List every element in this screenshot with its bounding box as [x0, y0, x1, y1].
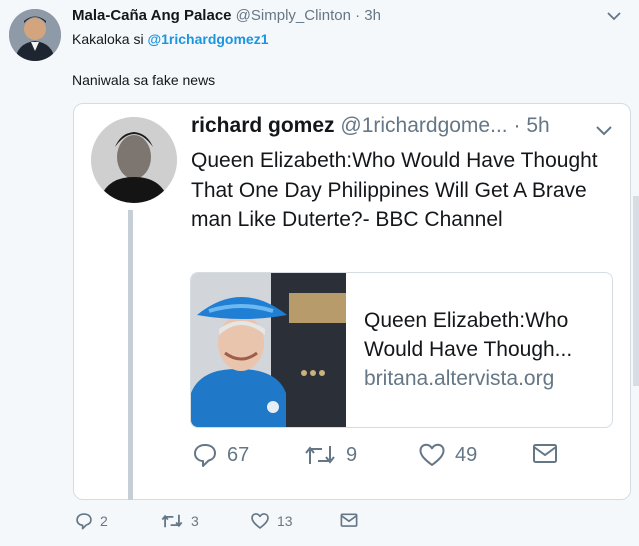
reply-count: 67	[227, 443, 250, 466]
thread-line	[128, 210, 133, 500]
reply-icon	[194, 444, 216, 467]
user-handle[interactable]: @Simply_Clinton	[236, 7, 351, 24]
retweet-icon	[161, 514, 183, 528]
chevron-down-icon[interactable]	[605, 9, 623, 23]
retweet-button[interactable]: 3	[160, 512, 199, 530]
tweet-text: Naniwala sa fake news	[72, 72, 216, 88]
card-domain: britana.altervista.org	[364, 367, 555, 390]
quoted-header: richard gomez @1richardgome... · 5h	[191, 114, 550, 138]
card-title-line: Queen Elizabeth:Who	[364, 309, 569, 332]
quoted-separator: ·	[513, 114, 521, 137]
link-card[interactable]: Queen Elizabeth:Who Would Have Though...…	[190, 272, 613, 428]
retweet-icon	[305, 446, 335, 464]
quoted-handle[interactable]: @1richardgome...	[340, 114, 507, 137]
reply-prefix: Kakaloka si	[72, 31, 148, 47]
like-icon	[251, 513, 269, 529]
message-button[interactable]	[340, 512, 358, 529]
quoted-avatar[interactable]	[91, 117, 177, 203]
like-count: 49	[455, 443, 478, 466]
reply-text: Kakaloka si @1richardgomez1	[72, 31, 269, 47]
reply-icon	[76, 513, 92, 530]
retweet-count: 9	[346, 443, 358, 466]
message-icon	[533, 444, 557, 463]
reply-button[interactable]: 2	[75, 512, 108, 530]
message-icon	[340, 513, 358, 527]
quoted-tweet-text: Queen Elizabeth:Who Would Have Thought T…	[191, 149, 598, 231]
card-image	[191, 273, 346, 427]
retweet-count: 3	[191, 513, 199, 529]
quoted-action-bar: 67 9 49	[190, 442, 610, 476]
tweet-header: Mala-Caña Ang Palace @Simply_Clinton · 3…	[72, 7, 381, 24]
quoted-display-name[interactable]: richard gomez	[191, 114, 335, 137]
separator-dot: ·	[355, 7, 361, 24]
retweet-button[interactable]: 9	[303, 442, 357, 468]
message-button[interactable]	[532, 442, 558, 466]
avatar[interactable]	[9, 9, 61, 61]
like-count: 13	[277, 513, 293, 529]
card-title: Queen Elizabeth:Who Would Have Though...	[364, 306, 604, 364]
display-name[interactable]: Mala-Caña Ang Palace	[72, 7, 232, 24]
like-button[interactable]: 13	[250, 512, 293, 530]
mention-link[interactable]: @1richardgomez1	[147, 31, 268, 47]
timestamp[interactable]: 3h	[364, 7, 381, 24]
reply-count: 2	[100, 513, 108, 529]
like-icon	[419, 443, 445, 466]
quoted-timestamp[interactable]: 5h	[526, 114, 549, 137]
tweet-action-bar: 2 3 13	[72, 512, 372, 540]
chevron-down-icon[interactable]	[594, 124, 614, 138]
scrollbar[interactable]	[633, 196, 639, 386]
card-title-line: Would Have Though...	[364, 338, 573, 361]
like-button[interactable]: 49	[418, 442, 477, 468]
tweet-card[interactable]: Mala-Caña Ang Palace @Simply_Clinton · 3…	[0, 0, 639, 546]
reply-button[interactable]: 67	[192, 442, 249, 468]
